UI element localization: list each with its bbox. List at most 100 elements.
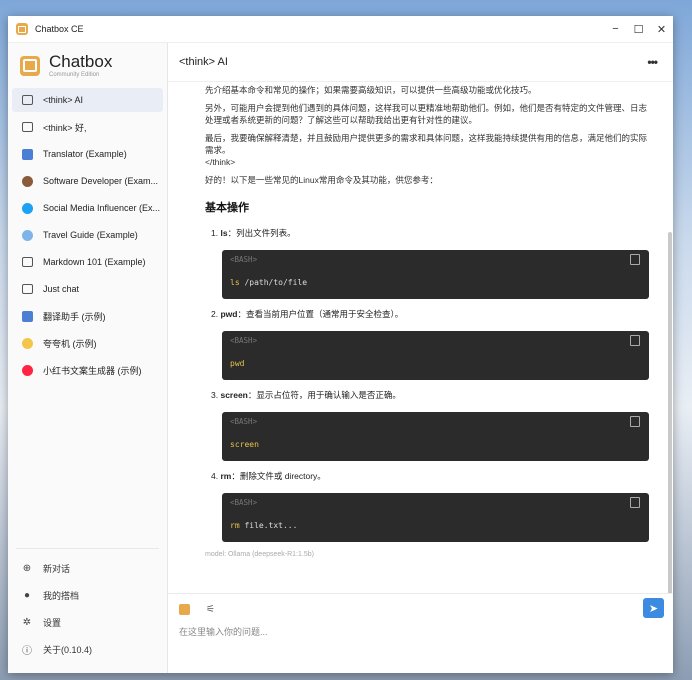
about-label: 关于(0.10.4): [43, 645, 93, 655]
session-item[interactable]: 夸夸机 (示例): [12, 331, 163, 355]
copy-icon[interactable]: [630, 497, 640, 508]
chat-bubble-icon: [22, 284, 33, 294]
command-desc: ：查看当前用户位置（通常用于安全检查）。: [237, 309, 404, 319]
command-name: rm: [220, 471, 232, 481]
session-item[interactable]: <think> 好,: [12, 115, 163, 139]
session-label: 翻译助手 (示例): [43, 311, 106, 322]
message-list: 先介绍基本命令和常见的操作；如果需要高级知识，可以提供一些高级功能或优化技巧。 …: [168, 82, 673, 593]
command-number: 4.: [211, 471, 219, 481]
model-note: model: Ollama (deepseek-R1:1.5b): [205, 551, 314, 558]
session-label: Just chat: [43, 284, 80, 294]
code-language: <BASH>: [230, 498, 258, 507]
sidebar-footer: ⊕ 新对话 ● 我的搭档 ✲ 设置 ⓘ 关于(0.10.4): [16, 548, 159, 673]
command-name: ls: [220, 228, 228, 238]
code-text: ls /path/to/file: [230, 278, 307, 287]
code-args: /path/to/file: [239, 278, 308, 287]
settings-label: 设置: [43, 618, 62, 628]
command-name: pwd: [220, 309, 238, 319]
code-block: <BASH> ls /path/to/file: [222, 250, 649, 299]
copy-icon[interactable]: [630, 254, 640, 265]
brand-name: Chatbox: [49, 52, 113, 71]
session-label: Translator (Example): [43, 149, 127, 159]
composer-toolbar: ⚟: [168, 594, 673, 615]
session-item[interactable]: 翻译助手 (示例): [12, 304, 163, 328]
session-item[interactable]: Software Developer (Exam...: [12, 169, 163, 193]
session-item[interactable]: Translator (Example): [12, 142, 163, 166]
session-label: Social Media Influencer (Ex...: [43, 203, 161, 213]
chatbox-app-icon: [16, 23, 28, 35]
command-name: screen: [220, 390, 248, 400]
close-button[interactable]: ✕: [650, 23, 673, 36]
new-chat-button[interactable]: ⊕ 新对话: [16, 555, 159, 582]
settings-button[interactable]: ✲ 设置: [16, 609, 159, 636]
sparkle-avatar-icon: [22, 337, 33, 349]
title-bar: Chatbox CE − ☐ ✕: [8, 16, 673, 43]
session-label: Travel Guide (Example): [43, 230, 138, 240]
about-button[interactable]: ⓘ 关于(0.10.4): [16, 636, 159, 663]
code-text: rm file.txt...: [230, 521, 297, 530]
session-item[interactable]: Markdown 101 (Example): [12, 250, 163, 274]
my-copilots-button[interactable]: ● 我的搭档: [16, 582, 159, 609]
message-paragraph: 另外，可能用户会提到他们遇到的具体问题，这样我可以更精准地帮助他们。例如，他们是…: [205, 103, 648, 125]
translator-avatar-icon: [22, 310, 33, 322]
robot-icon: ●: [23, 590, 31, 601]
send-icon: ➤: [648, 602, 659, 615]
message-paragraph: </think>: [205, 157, 236, 167]
code-text: screen: [230, 440, 259, 449]
options-toggle-icon[interactable]: ⚟: [206, 604, 215, 615]
code-block: <BASH> rm file.txt...: [222, 493, 649, 542]
plus-circle-icon: ⊕: [22, 563, 32, 574]
command-desc: ：删除文件或 directory。: [231, 471, 326, 481]
maximize-button[interactable]: ☐: [627, 23, 650, 36]
session-item[interactable]: Social Media Influencer (Ex...: [12, 196, 163, 220]
session-label: Markdown 101 (Example): [43, 257, 146, 267]
session-item[interactable]: Just chat: [12, 277, 163, 301]
chat-header: <think> AI •••: [168, 43, 673, 82]
minimize-button[interactable]: −: [604, 23, 627, 36]
app-window: Chatbox CE − ☐ ✕ Chatbox Community Editi…: [8, 16, 673, 673]
translator-avatar-icon: [22, 148, 33, 160]
chatbox-logo-icon: [20, 55, 40, 76]
code-language: <BASH>: [230, 417, 258, 426]
twitter-avatar-icon: [22, 202, 33, 214]
code-block: <BASH> pwd: [222, 331, 649, 380]
code-keyword: pwd: [230, 359, 245, 368]
command-item: 1. ls：列出文件列表。: [211, 227, 649, 239]
code-text: pwd: [230, 359, 244, 368]
copy-icon[interactable]: [630, 416, 640, 427]
command-number: 1.: [211, 228, 219, 238]
new-chat-label: 新对话: [43, 564, 71, 574]
copilot-picker-icon[interactable]: [179, 604, 190, 615]
copy-icon[interactable]: [630, 335, 640, 346]
chat-bubble-icon: [22, 257, 33, 267]
section-heading: 基本操作: [205, 202, 249, 214]
scrollbar[interactable]: [668, 232, 672, 593]
chat-bubble-icon: [22, 95, 33, 105]
developer-avatar-icon: [22, 175, 33, 187]
session-item[interactable]: 小红书文案生成器 (示例): [12, 358, 163, 382]
window-title: Chatbox CE: [35, 24, 84, 34]
xiaohongshu-avatar-icon: [22, 364, 33, 376]
command-desc: ：显示占位符，用于确认输入是否正确。: [247, 390, 401, 400]
command-desc: ：列出文件列表。: [227, 228, 296, 238]
code-keyword: rm: [230, 521, 240, 530]
command-number: 3.: [211, 390, 219, 400]
session-label: 夸夸机 (示例): [43, 338, 97, 349]
code-language: <BASH>: [230, 336, 258, 345]
session-item[interactable]: <think> AI: [12, 88, 163, 112]
brand: Chatbox Community Edition: [8, 43, 167, 86]
send-button[interactable]: ➤: [643, 598, 664, 618]
globe-avatar-icon: [22, 229, 33, 241]
session-item[interactable]: Travel Guide (Example): [12, 223, 163, 247]
session-list: <think> AI <think> 好, Translator (Exampl…: [8, 86, 167, 548]
brand-subtitle: Community Edition: [49, 72, 100, 78]
message-paragraph: 最后，我要确保解释清楚，并且鼓励用户提供更多的需求和具体问题，这样我能持续提供有…: [205, 133, 648, 155]
command-item: 2. pwd：查看当前用户位置（通常用于安全检查）。: [211, 308, 649, 320]
chat-bubble-icon: [22, 122, 33, 132]
more-options-button[interactable]: •••: [647, 55, 658, 69]
composer: ⚟ ➤ 在这里输入你的问题...: [168, 593, 673, 673]
info-icon: ⓘ: [22, 646, 32, 657]
session-label: <think> AI: [43, 95, 84, 105]
chat-title: <think> AI: [179, 56, 228, 68]
message-input[interactable]: 在这里输入你的问题...: [168, 615, 673, 638]
